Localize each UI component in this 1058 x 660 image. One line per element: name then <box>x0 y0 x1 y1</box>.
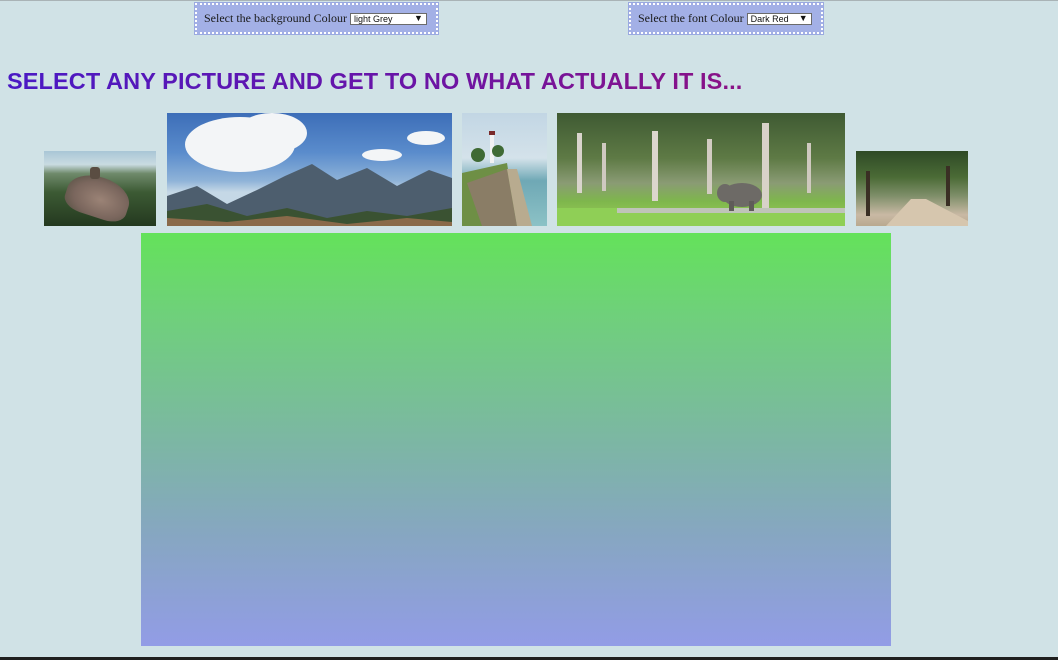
font-colour-label: Select the font Colour <box>638 11 744 25</box>
background-colour-selector: Select the background Colour light Grey … <box>194 2 439 35</box>
coastal-scene-shape <box>462 131 532 226</box>
background-colour-label: Select the background Colour <box>204 11 347 25</box>
elephant-scene-shape <box>557 123 845 226</box>
gallery-image-woods-path[interactable] <box>856 151 968 226</box>
background-colour-value: light Grey <box>353 13 393 24</box>
background-colour-dropdown[interactable]: light Grey ▼ <box>349 12 427 25</box>
gallery-image-mountains[interactable] <box>167 113 452 226</box>
cloud-shape <box>237 113 307 153</box>
page-headline: SELECT ANY PICTURE AND GET TO NO WHAT AC… <box>7 68 743 94</box>
gallery-image-elephant[interactable] <box>557 113 845 226</box>
rock-summit-shape <box>90 167 100 179</box>
top-border <box>0 0 1058 1</box>
dropdown-arrow-icon: ▼ <box>798 13 808 23</box>
woods-path-shape <box>866 166 968 226</box>
font-colour-dropdown[interactable]: Dark Red ▼ <box>746 12 812 25</box>
mountain-range-shape <box>167 164 452 226</box>
gallery-image-coastal-wall[interactable] <box>462 113 547 226</box>
dropdown-arrow-icon: ▼ <box>414 13 423 23</box>
cloud-shape <box>407 131 445 145</box>
font-colour-selector: Select the font Colour Dark Red ▼ <box>628 2 824 35</box>
content-gradient-panel <box>141 233 891 646</box>
font-colour-value: Dark Red <box>750 13 789 24</box>
gallery-image-rock-peak[interactable] <box>44 151 156 226</box>
